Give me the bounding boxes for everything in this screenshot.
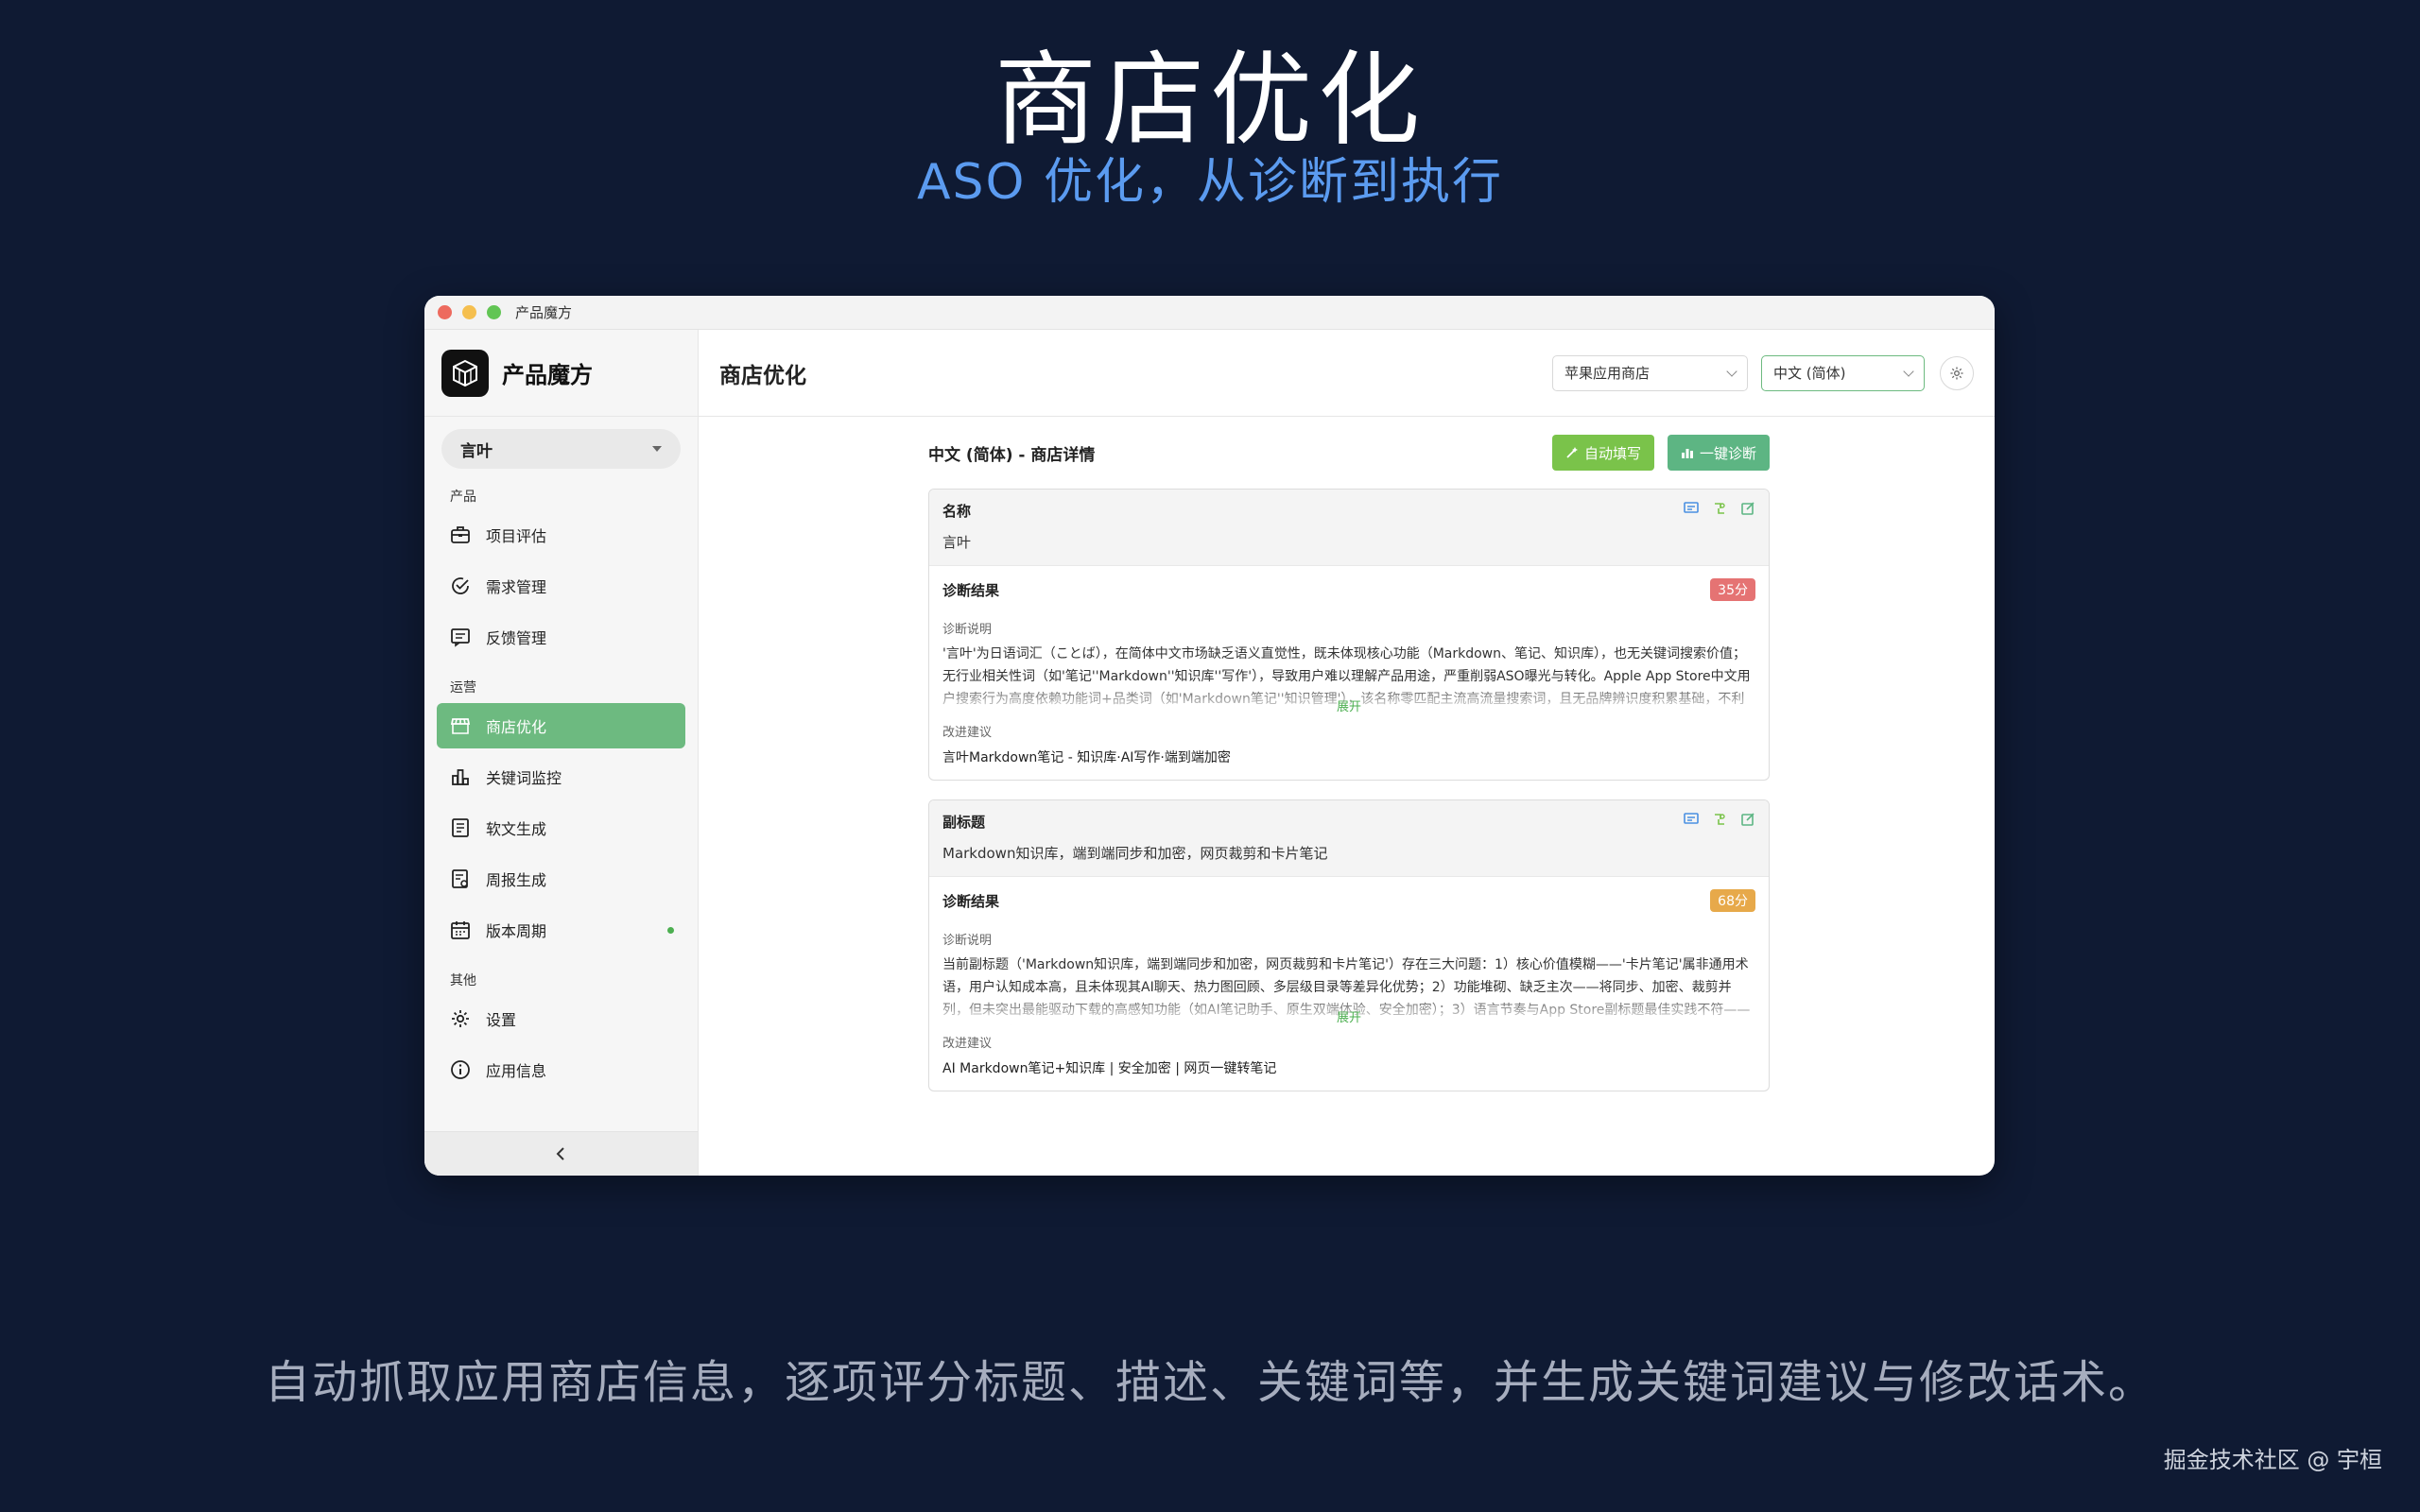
nav-group-label: 产品 [450,490,476,505]
sidebar-item-app-info[interactable]: 应用信息 [437,1047,685,1092]
autofill-button[interactable]: 自动填写 [1551,435,1654,471]
language-select[interactable]: 中文 (简体) [1761,354,1925,391]
field-value: 言叶 [942,534,972,551]
sidebar-item-label: 软文生成 [486,820,547,838]
sidebar-item-article-gen[interactable]: 软文生成 [437,805,685,850]
briefcase-icon [448,523,473,547]
main-header: 商店优化 苹果应用商店 中文 (简体) [699,330,1995,417]
sidebar-item-project-eval[interactable]: 项目评估 [437,512,685,558]
field-label: 名称 [942,503,972,520]
window-titlebar: 产品魔方 [424,296,1995,330]
chevron-left-icon [556,1147,564,1160]
diagnosis-explain-label: 诊断说明 [942,934,993,948]
status-dot [667,927,674,934]
sidebar-item-version-cycle[interactable]: 版本周期 [437,907,685,953]
diagnosis-title: 诊断结果 [942,892,1000,910]
hero-subtitle: ASO 优化，从诊断到执行 [916,154,1504,211]
sidebar-item-keyword-monitor[interactable]: 关键词监控 [437,754,685,799]
store-select[interactable]: 苹果应用商店 [1552,354,1748,391]
sidebar-item-label: 应用信息 [486,1062,547,1080]
project-select-value: 言叶 [460,441,493,461]
magic-wand-icon [1565,446,1579,459]
comment-icon[interactable] [1684,501,1699,516]
field-card-name: 名称 言叶 诊断结果 35分 诊断说明 '言叶'为日语词汇（ことば），在简体中文… [928,489,1770,781]
sidebar-item-label: 关键词监控 [486,769,562,787]
minimize-window-button[interactable] [462,305,476,319]
settings-button[interactable] [1940,355,1974,390]
edit-icon[interactable] [1740,501,1755,516]
diagnosis-explain-label: 诊断说明 [942,623,993,637]
gear-icon [1950,366,1963,380]
suggestion-label: 改进建议 [942,1037,993,1051]
collapse-sidebar-button[interactable] [424,1131,698,1176]
sidebar-item-label: 需求管理 [486,578,547,596]
check-circle-icon [448,574,473,598]
store-icon [448,713,473,738]
suggestion-text: AI Markdown笔记+知识库 | 安全加密 | 网页一键转笔记 [942,1061,1277,1076]
message-icon [448,625,473,649]
field-value: Markdown知识库，端到端同步和加密，网页裁剪和卡片笔记 [942,845,1328,862]
sidebar-item-label: 项目评估 [486,527,547,545]
sidebar: 产品魔方 言叶 产品 项目评估 需求管理 反馈管理 运营 商店优化 关键词监控 … [424,330,699,1176]
store-detail-content: 中文 (简体) - 商店详情 自动填写 一键诊断 名称 言叶 诊断结果 35分 … [928,417,1770,1110]
sidebar-item-weekly-report[interactable]: 周报生成 [437,856,685,902]
score-badge: 68分 [1710,889,1755,912]
sidebar-item-label: 商店优化 [486,718,547,736]
suggestion-label: 改进建议 [942,726,993,740]
diagnose-button[interactable]: 一键诊断 [1667,435,1770,471]
gear-icon [448,1006,473,1031]
score-badge: 35分 [1710,578,1755,601]
sidebar-item-label: 设置 [486,1011,517,1029]
app-window: 产品魔方 产品魔方 言叶 产品 项目评估 需求管理 反馈管理 运营 商店优化 关… [424,296,1995,1176]
sync-icon[interactable] [1712,812,1727,827]
hero-title: 商店优化 [994,42,1426,160]
store-select-value: 苹果应用商店 [1564,365,1651,382]
chevron-down-icon [1903,365,1914,377]
bar-chart-icon [448,765,473,789]
comment-icon[interactable] [1684,812,1699,827]
sidebar-item-settings[interactable]: 设置 [437,996,685,1041]
expand-link[interactable]: 展开 [942,696,1755,714]
field-card-subtitle: 副标题 Markdown知识库，端到端同步和加密，网页裁剪和卡片笔记 诊断结果 … [928,799,1770,1091]
suggestion-text: 言叶Markdown笔记 - 知识库·AI写作·端到端加密 [942,750,1231,765]
zoom-window-button[interactable] [487,305,501,319]
chevron-down-icon [1726,365,1737,377]
document-icon [448,816,473,840]
window-title: 产品魔方 [515,304,573,321]
watermark: 掘金技术社区 @ 宇桓 [2163,1447,2382,1473]
diagnosis-title: 诊断结果 [942,581,1000,599]
sidebar-item-label: 反馈管理 [486,629,547,647]
bar-chart-icon [1681,446,1694,459]
info-icon [448,1057,473,1082]
brand: 产品魔方 [424,330,698,417]
sidebar-item-feedback[interactable]: 反馈管理 [437,614,685,660]
sidebar-item-label: 周报生成 [486,871,547,889]
cube-logo-icon [441,349,489,397]
language-select-value: 中文 (简体) [1773,365,1846,382]
calendar-icon [448,918,473,942]
autofill-label: 自动填写 [1583,444,1641,462]
nav-group-label: 运营 [450,680,476,696]
diagnose-label: 一键诊断 [1699,444,1756,462]
field-label: 副标题 [942,814,986,831]
edit-icon[interactable] [1740,812,1755,827]
nav-group-label: 其他 [450,973,476,988]
sidebar-item-requirements[interactable]: 需求管理 [437,563,685,609]
close-window-button[interactable] [438,305,452,319]
brand-name: 产品魔方 [502,362,593,388]
report-icon [448,867,473,891]
caret-down-icon [652,446,662,452]
expand-link[interactable]: 展开 [942,1007,1755,1025]
page-title: 商店优化 [719,363,806,388]
sidebar-item-store-optimize[interactable]: 商店优化 [437,703,685,748]
main-panel: 商店优化 苹果应用商店 中文 (简体) 中文 (简体) - 商店详情 自动填写 … [699,330,1995,1176]
project-select[interactable]: 言叶 [441,429,681,469]
sidebar-item-label: 版本周期 [486,922,547,940]
feature-description: 自动抓取应用商店信息，逐项评分标题、描述、关键词等，并生成关键词建议与修改话术。 [264,1356,2155,1409]
section-header: 中文 (简体) - 商店详情 自动填写 一键诊断 [928,417,1770,489]
section-title: 中文 (简体) - 商店详情 [928,445,1096,465]
sync-icon[interactable] [1712,501,1727,516]
